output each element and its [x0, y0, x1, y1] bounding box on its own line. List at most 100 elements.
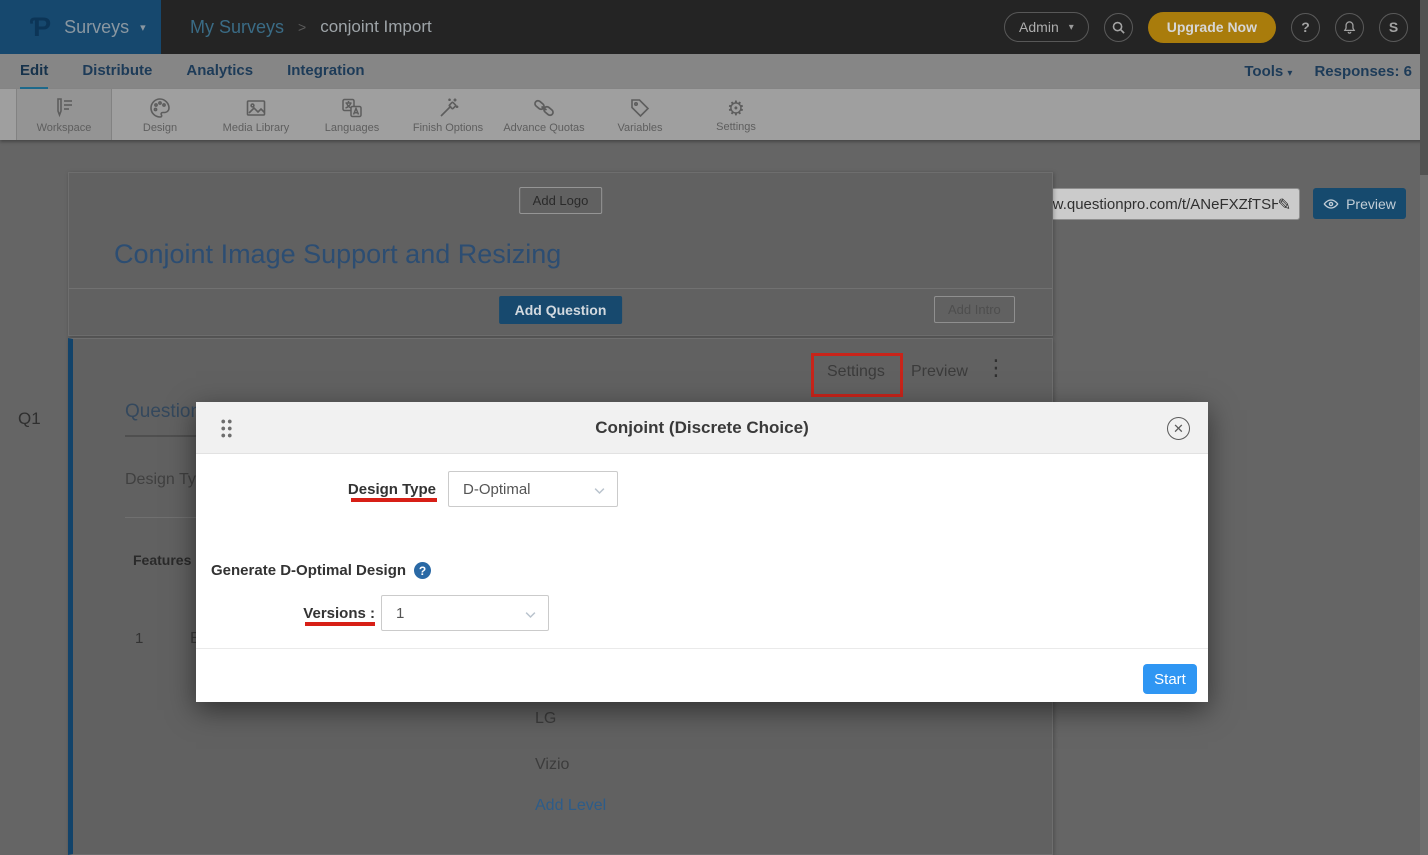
- caret-down-icon: ▾: [1287, 68, 1292, 79]
- toolbar-media-library[interactable]: Media Library: [208, 89, 304, 140]
- eye-icon: [1323, 198, 1339, 210]
- toolbar-advance-quotas[interactable]: Advance Quotas: [496, 89, 592, 140]
- survey-nav-tabs: Edit Distribute Analytics Integration: [0, 54, 1428, 89]
- breadcrumb-my-surveys[interactable]: My Surveys: [190, 17, 284, 38]
- start-button[interactable]: Start: [1143, 664, 1197, 694]
- product-switcher[interactable]: Ƥ Surveys ▾: [0, 0, 161, 54]
- add-logo-button[interactable]: Add Logo: [519, 187, 603, 214]
- tab-integration[interactable]: Integration: [287, 54, 365, 89]
- upgrade-now-button[interactable]: Upgrade Now: [1148, 12, 1276, 43]
- upgrade-label: Upgrade Now: [1167, 19, 1257, 35]
- settings-annotation-red-box: [811, 353, 903, 397]
- feature-row-number: 1: [135, 630, 143, 647]
- toolbar-label: Variables: [617, 122, 662, 134]
- avatar-initial: S: [1389, 19, 1398, 35]
- modal-footer: Start: [196, 648, 1208, 702]
- kebab-menu-icon[interactable]: ⋮: [985, 356, 1007, 381]
- add-level-link[interactable]: Add Level: [535, 797, 606, 815]
- level-item[interactable]: LG: [535, 710, 556, 728]
- search-icon: [1111, 20, 1126, 35]
- versions-annotation-underline: [305, 622, 375, 626]
- caret-down-icon: ▾: [1069, 22, 1074, 33]
- workspace-icon: [52, 96, 76, 120]
- design-type-annotation-underline: [351, 498, 437, 502]
- search-button[interactable]: [1104, 13, 1133, 42]
- versions-select[interactable]: 1: [381, 595, 549, 631]
- add-intro-button[interactable]: Add Intro: [934, 296, 1015, 323]
- add-question-button[interactable]: Add Question: [499, 296, 623, 324]
- modal-header: Conjoint (Discrete Choice) ✕: [196, 402, 1208, 454]
- tools-menu[interactable]: Tools ▾: [1244, 63, 1292, 80]
- notifications-button[interactable]: [1335, 13, 1364, 42]
- preview-label: Preview: [1346, 196, 1396, 212]
- scrollbar-thumb[interactable]: [1420, 0, 1428, 175]
- product-name: Surveys: [64, 17, 129, 38]
- modal-close-button[interactable]: ✕: [1167, 417, 1190, 440]
- tab-edit[interactable]: Edit: [20, 54, 48, 89]
- toolbar-cells: Workspace Design Media Library Languages…: [16, 89, 784, 140]
- tabs-right-group: Tools ▾ Responses: 6: [1244, 54, 1412, 89]
- help-icon[interactable]: ?: [414, 562, 431, 579]
- versions-label: Versions :: [196, 605, 375, 622]
- tab-analytics[interactable]: Analytics: [186, 54, 253, 89]
- editor-toolbar: Workspace Design Media Library Languages…: [0, 89, 1428, 140]
- chevron-down-icon: [592, 483, 607, 498]
- navbar-actions: Admin ▾ Upgrade Now ? S: [1004, 0, 1408, 54]
- breadcrumb-current-survey: conjoint Import: [320, 17, 432, 37]
- generate-design-heading: Generate D-Optimal Design ?: [211, 562, 431, 579]
- toolbar-label: Languages: [325, 122, 379, 134]
- question-number-label: Q1: [18, 409, 41, 429]
- survey-preview-button[interactable]: Preview: [1313, 188, 1406, 219]
- question-preview-button[interactable]: Preview: [911, 363, 968, 381]
- versions-value: 1: [396, 605, 404, 622]
- generate-heading-text: Generate D-Optimal Design: [211, 562, 406, 579]
- vertical-scrollbar[interactable]: [1420, 0, 1428, 855]
- toolbar-design[interactable]: Design: [112, 89, 208, 140]
- survey-header-card: Add Logo Conjoint Image Support and Resi…: [68, 172, 1053, 336]
- design-icon: [148, 96, 172, 120]
- bell-icon: [1342, 20, 1357, 35]
- questionpro-logo-icon: Ƥ: [30, 12, 51, 43]
- variables-icon: [628, 96, 652, 120]
- conjoint-settings-modal: Conjoint (Discrete Choice) ✕ Design Type…: [196, 402, 1208, 702]
- top-navbar: Ƥ Surveys ▾ My Surveys > conjoint Import…: [0, 0, 1428, 54]
- tab-distribute[interactable]: Distribute: [82, 54, 152, 89]
- question-mark-icon: ?: [1301, 19, 1310, 35]
- design-type-select[interactable]: D-Optimal: [448, 471, 618, 507]
- settings-icon: ⚙: [727, 97, 745, 119]
- toolbar-label: Workspace: [37, 122, 92, 134]
- question-design-type-text: Design Typ: [125, 471, 205, 489]
- features-column-header: Features: [133, 552, 191, 568]
- admin-menu-button[interactable]: Admin ▾: [1004, 12, 1089, 42]
- questionpro-survey-editor: Ƥ Surveys ▾ My Surveys > conjoint Import…: [0, 0, 1428, 855]
- toolbar-workspace[interactable]: Workspace: [16, 89, 112, 140]
- toolbar-label: Media Library: [223, 122, 290, 134]
- user-avatar[interactable]: S: [1379, 13, 1408, 42]
- close-icon: ✕: [1173, 421, 1184, 437]
- drag-handle-icon[interactable]: [220, 418, 233, 439]
- design-type-label: Design Type: [196, 481, 436, 498]
- divider: [69, 288, 1052, 289]
- design-type-value: D-Optimal: [463, 481, 531, 498]
- edit-url-pencil-icon[interactable]: ✎: [1278, 195, 1291, 214]
- breadcrumb-separator: >: [298, 19, 306, 35]
- level-item[interactable]: Vizio: [535, 756, 569, 774]
- toolbar-label: Advance Quotas: [503, 122, 584, 134]
- caret-down-icon: ▾: [140, 21, 146, 34]
- finish-options-icon: [436, 96, 460, 120]
- question-header-label: Question: [125, 401, 201, 423]
- modal-title: Conjoint (Discrete Choice): [196, 402, 1208, 454]
- help-button[interactable]: ?: [1291, 13, 1320, 42]
- toolbar-variables[interactable]: Variables: [592, 89, 688, 140]
- toolbar-label: Finish Options: [413, 122, 483, 134]
- chevron-down-icon: [523, 607, 538, 622]
- toolbar-languages[interactable]: Languages: [304, 89, 400, 140]
- toolbar-settings[interactable]: ⚙ Settings: [688, 89, 784, 140]
- toolbar-finish-options[interactable]: Finish Options: [400, 89, 496, 140]
- admin-label: Admin: [1019, 19, 1059, 35]
- media-library-icon: [244, 96, 268, 120]
- advance-quotas-icon: [532, 96, 556, 120]
- survey-title[interactable]: Conjoint Image Support and Resizing: [114, 239, 561, 270]
- toolbar-label: Settings: [716, 121, 756, 133]
- toolbar-label: Design: [143, 122, 177, 134]
